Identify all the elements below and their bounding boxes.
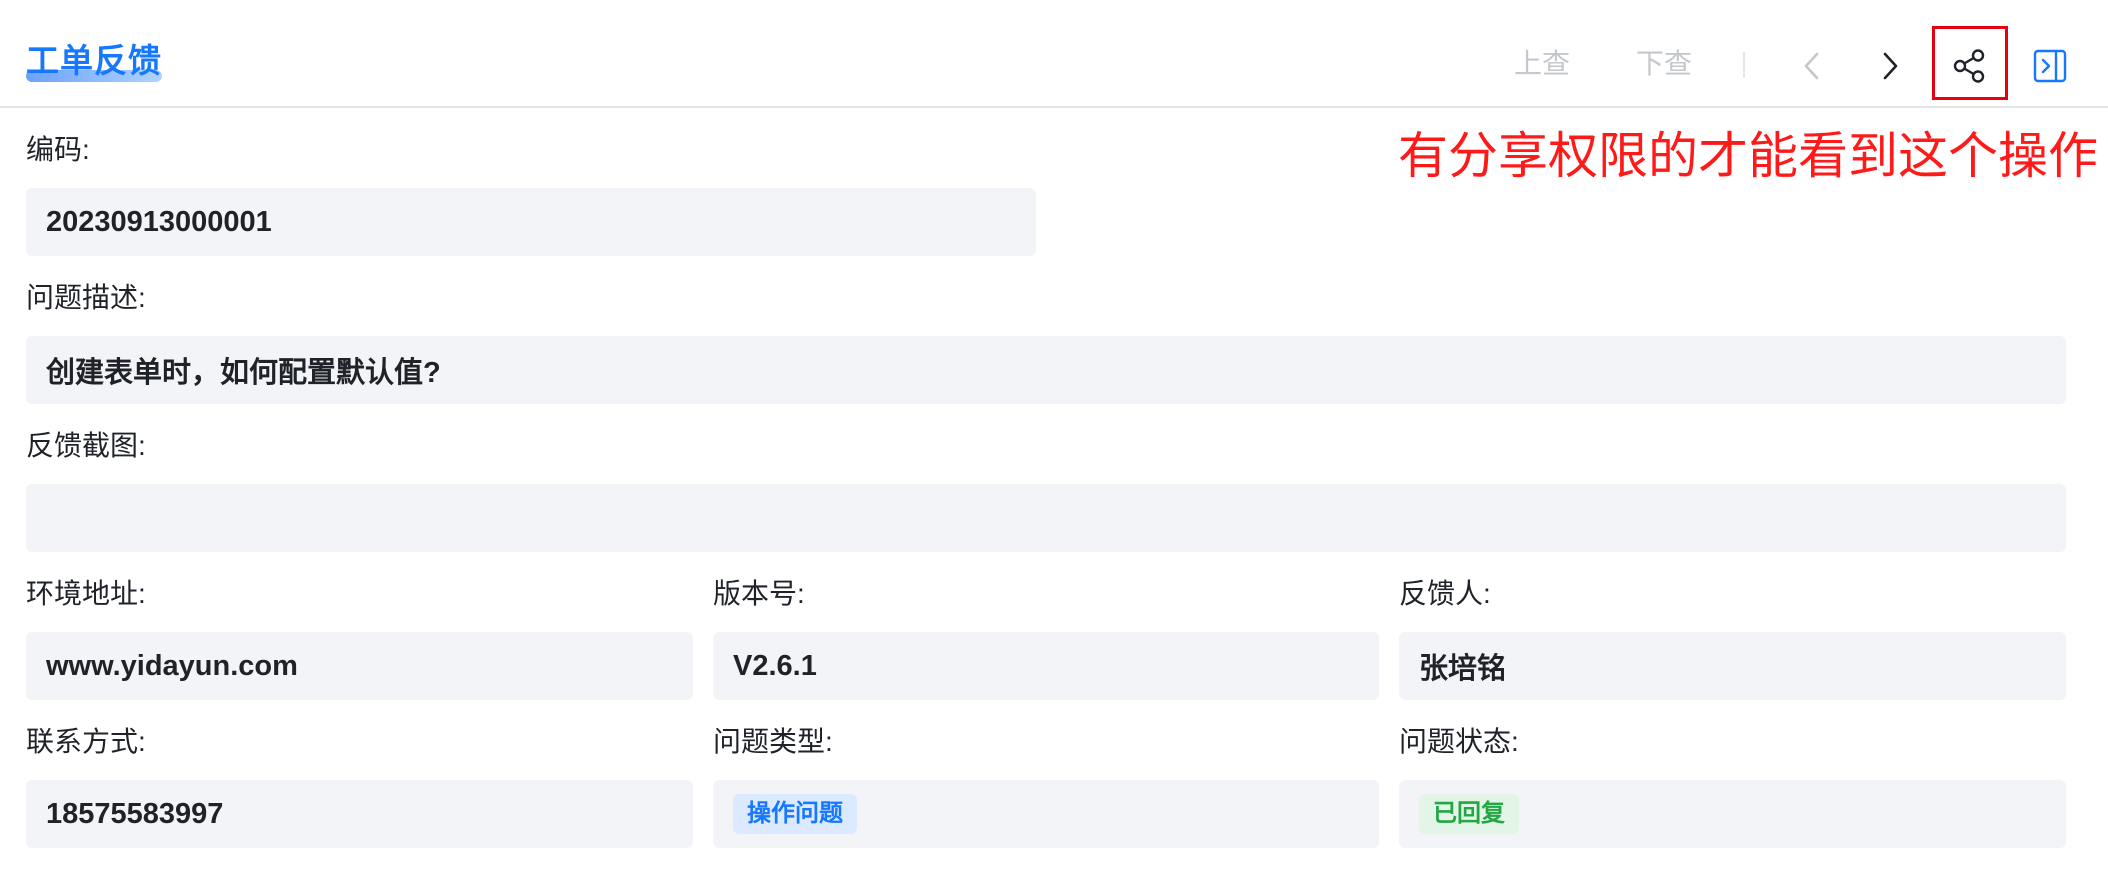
version-label: 版本号: <box>713 578 805 609</box>
page-title: 工单反馈 <box>26 42 162 79</box>
reporter-value: 张培铭 <box>1419 653 1507 685</box>
prev-record-button[interactable]: 上查 <box>1514 44 1570 84</box>
screenshot-label: 反馈截图: <box>26 430 146 461</box>
issue-status-field: 已回复 <box>1399 780 2066 848</box>
env-address-label: 环境地址: <box>26 578 146 609</box>
page-title-wrap: 工单反馈 <box>26 38 162 84</box>
reporter-label: 反馈人: <box>1399 578 1491 609</box>
description-field: 创建表单时，如何配置默认值? <box>26 336 2066 404</box>
issue-type-tag: 操作问题 <box>733 794 857 834</box>
code-label: 编码: <box>26 134 90 165</box>
contact-field: 18575583997 <box>26 780 693 848</box>
detail-header: 工单反馈 上查 下查 <box>0 0 2108 108</box>
code-field: 20230913000001 <box>26 188 1036 256</box>
version-field: V2.6.1 <box>713 632 1379 700</box>
issue-type-field: 操作问题 <box>713 780 1379 848</box>
nav-divider <box>1743 52 1745 78</box>
screenshot-field <box>26 484 2066 552</box>
chevron-left-icon[interactable] <box>1792 46 1832 86</box>
env-address-value: www.yidayun.com <box>46 649 298 682</box>
description-label: 问题描述: <box>26 282 146 313</box>
contact-value: 18575583997 <box>46 797 224 830</box>
description-value: 创建表单时，如何配置默认值? <box>46 357 441 389</box>
version-value: V2.6.1 <box>733 649 817 682</box>
reporter-field: 张培铭 <box>1399 632 2066 700</box>
issue-type-label: 问题类型: <box>713 726 833 757</box>
share-highlight-box <box>1932 26 2008 100</box>
next-record-button[interactable]: 下查 <box>1636 44 1692 84</box>
share-permission-annotation: 有分享权限的才能看到这个操作 <box>1398 128 2098 184</box>
chevron-right-icon[interactable] <box>1870 46 1910 86</box>
code-value: 20230913000001 <box>46 205 272 238</box>
env-address-field: www.yidayun.com <box>26 632 693 700</box>
issue-status-label: 问题状态: <box>1399 726 1519 757</box>
issue-status-tag: 已回复 <box>1419 794 1519 834</box>
collapse-panel-icon[interactable] <box>2030 46 2070 86</box>
contact-label: 联系方式: <box>26 726 146 757</box>
